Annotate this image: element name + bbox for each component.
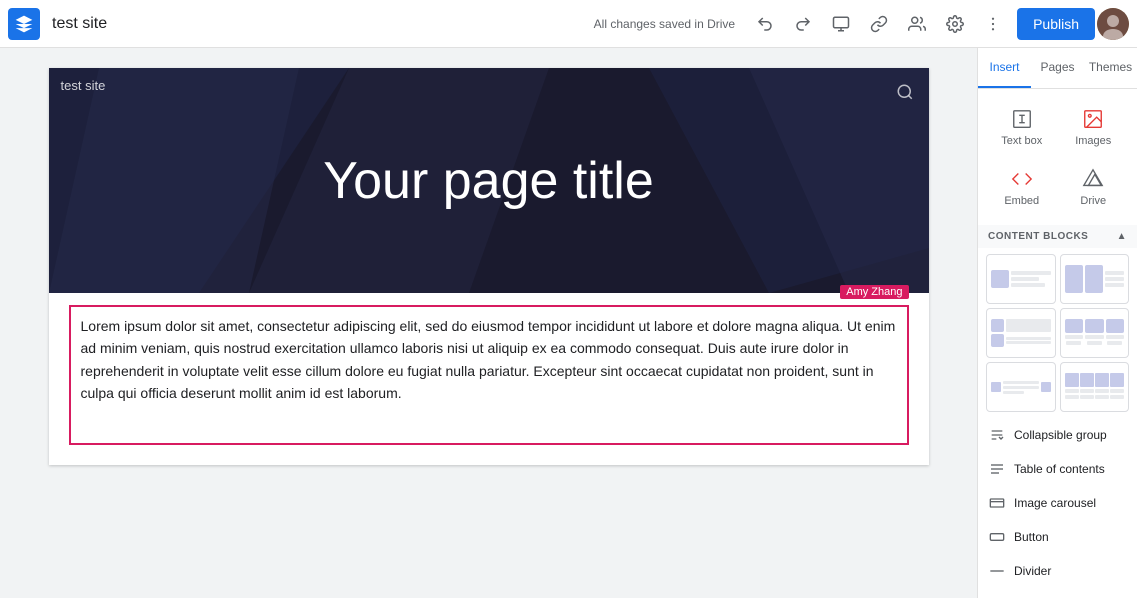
table-of-contents-icon xyxy=(988,460,1006,478)
hero-title[interactable]: Your page title xyxy=(323,151,654,211)
content-blocks-header[interactable]: CONTENT BLOCKS ▲ xyxy=(978,225,1137,248)
block-list-img[interactable] xyxy=(986,362,1056,412)
preview-button[interactable] xyxy=(823,6,859,42)
panel-tabs: Insert Pages Themes xyxy=(978,48,1137,89)
hero-section: test site Your page title xyxy=(49,68,929,293)
drive-icon xyxy=(1081,167,1105,191)
text-box-label: Text box xyxy=(1001,135,1042,147)
collaborator-badge: Amy Zhang xyxy=(840,285,908,299)
share-button[interactable] xyxy=(899,6,935,42)
insert-grid: Text box Images xyxy=(978,89,1137,225)
divider-label: Divider xyxy=(1014,564,1051,578)
save-status: All changes saved in Drive xyxy=(594,17,735,31)
panel-body: Text box Images xyxy=(978,89,1137,598)
button-icon xyxy=(988,528,1006,546)
more-options-button[interactable] xyxy=(975,6,1011,42)
blocks-grid xyxy=(978,248,1137,418)
hero-search-button[interactable] xyxy=(891,78,919,106)
block-four-col[interactable] xyxy=(1060,362,1130,412)
more-icon xyxy=(984,15,1002,33)
preview-icon xyxy=(832,15,850,33)
link-icon xyxy=(870,15,888,33)
table-of-contents-label: Table of contents xyxy=(1014,462,1105,476)
logo-icon xyxy=(14,14,34,34)
canvas-area[interactable]: test site Your page title Amy Zhang Lore… xyxy=(0,48,977,598)
embed-icon xyxy=(1010,167,1034,191)
app-logo[interactable] xyxy=(8,8,40,40)
topbar: test site All changes saved in Drive xyxy=(0,0,1137,48)
text-box-icon xyxy=(1010,107,1034,131)
drive-label: Drive xyxy=(1080,195,1106,207)
list-divider[interactable]: Divider xyxy=(978,554,1137,588)
image-carousel-icon xyxy=(988,494,1006,512)
tab-pages[interactable]: Pages xyxy=(1031,48,1084,88)
body-text[interactable]: Lorem ipsum dolor sit amet, consectetur … xyxy=(81,315,897,405)
search-icon xyxy=(896,83,914,101)
list-image-carousel[interactable]: Image carousel xyxy=(978,486,1137,520)
button-label: Button xyxy=(1014,530,1049,544)
text-editing-box[interactable]: Lorem ipsum dolor sit amet, consectetur … xyxy=(69,305,909,445)
insert-images[interactable]: Images xyxy=(1058,97,1130,157)
images-icon xyxy=(1081,107,1105,131)
user-avatar-image xyxy=(1097,8,1129,40)
collapsible-group-label: Collapsible group xyxy=(1014,428,1107,442)
topbar-actions: Publish xyxy=(747,6,1129,42)
image-carousel-label: Image carousel xyxy=(1014,496,1096,510)
redo-button[interactable] xyxy=(785,6,821,42)
images-label: Images xyxy=(1075,135,1111,147)
list-spacer[interactable]: Spacer xyxy=(978,588,1137,598)
avatar[interactable] xyxy=(1097,8,1129,40)
redo-icon xyxy=(794,15,812,33)
copy-link-button[interactable] xyxy=(861,6,897,42)
list-table-of-contents[interactable]: Table of contents xyxy=(978,452,1137,486)
page-container: test site Your page title Amy Zhang Lore… xyxy=(49,68,929,465)
site-title: test site xyxy=(52,15,590,33)
main-layout: test site Your page title Amy Zhang Lore… xyxy=(0,48,1137,598)
content-section: Amy Zhang Lorem ipsum dolor sit amet, co… xyxy=(49,293,929,465)
block-row-2 xyxy=(986,308,1129,358)
list-collapsible-group[interactable]: Collapsible group xyxy=(978,418,1137,452)
right-panel: Insert Pages Themes Text box xyxy=(977,48,1137,598)
undo-button[interactable] xyxy=(747,6,783,42)
list-button[interactable]: Button xyxy=(978,520,1137,554)
undo-icon xyxy=(756,15,774,33)
embed-label: Embed xyxy=(1004,195,1039,207)
block-img-text[interactable] xyxy=(986,308,1056,358)
hero-site-label: test site xyxy=(61,78,106,93)
insert-text-box[interactable]: Text box xyxy=(986,97,1058,157)
content-blocks-label: CONTENT BLOCKS xyxy=(988,231,1088,242)
insert-embed[interactable]: Embed xyxy=(986,157,1058,217)
block-three-col[interactable] xyxy=(1060,308,1130,358)
block-full-width[interactable] xyxy=(986,254,1056,304)
collapsible-group-icon xyxy=(988,426,1006,444)
divider-icon xyxy=(988,562,1006,580)
tab-themes[interactable]: Themes xyxy=(1084,48,1137,88)
chevron-up-icon: ▲ xyxy=(1117,231,1127,242)
publish-button[interactable]: Publish xyxy=(1017,8,1095,40)
settings-button[interactable] xyxy=(937,6,973,42)
gear-icon xyxy=(946,15,964,33)
tab-insert[interactable]: Insert xyxy=(978,48,1031,88)
block-two-col-img[interactable] xyxy=(1060,254,1130,304)
people-icon xyxy=(908,15,926,33)
block-row-1 xyxy=(986,254,1129,304)
block-row-3 xyxy=(986,362,1129,412)
insert-drive[interactable]: Drive xyxy=(1058,157,1130,217)
